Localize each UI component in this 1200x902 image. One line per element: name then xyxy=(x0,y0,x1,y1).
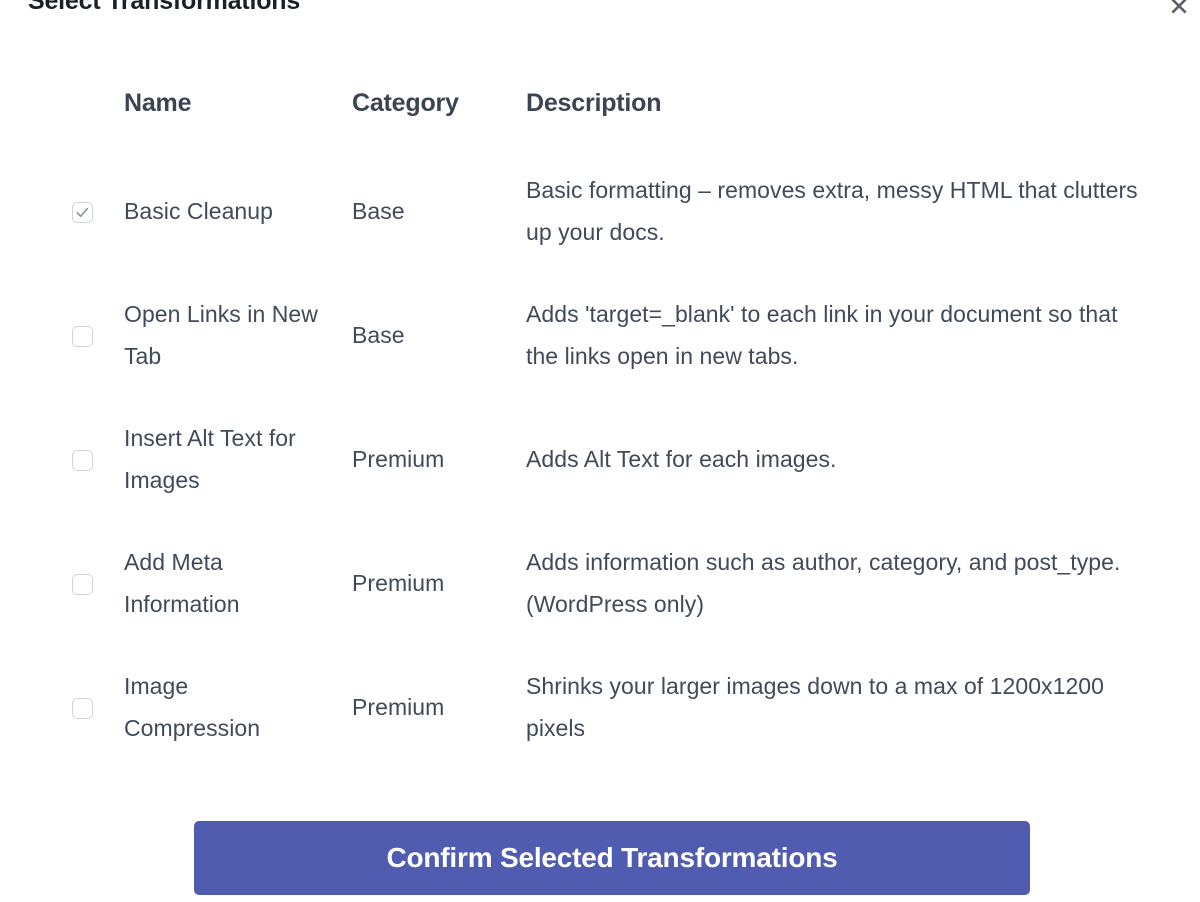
row-name: Insert Alt Text for Images xyxy=(124,425,296,493)
header-cell-description: Description xyxy=(526,89,662,117)
table-row: Add Meta Information Premium Adds inform… xyxy=(0,522,1200,646)
table-row: Basic Cleanup Base Basic formatting – re… xyxy=(0,150,1200,274)
row-description: Adds 'target=_blank' to each link in you… xyxy=(526,301,1118,369)
close-icon xyxy=(1170,0,1188,15)
table-row: Open Links in New Tab Base Adds 'target=… xyxy=(0,274,1200,398)
table-header-row: Name Category Description xyxy=(0,88,1200,150)
row-category: Premium xyxy=(352,694,445,721)
table-row: Image Compression Premium Shrinks your l… xyxy=(0,646,1200,770)
checkbox-basic-cleanup[interactable] xyxy=(72,201,93,223)
select-transformations-modal: Select Transformations Name Category Des… xyxy=(0,0,1200,902)
header-cell-category: Category xyxy=(352,89,459,117)
row-name: Add Meta Information xyxy=(124,549,240,617)
row-category: Base xyxy=(352,198,405,225)
checkbox-image-compression[interactable] xyxy=(72,697,93,719)
row-category: Base xyxy=(352,322,405,349)
checkbox-insert-alt-text-for-images[interactable] xyxy=(72,449,93,471)
row-name: Open Links in New Tab xyxy=(124,301,318,369)
row-category: Premium xyxy=(352,570,445,597)
row-select-cell xyxy=(0,325,124,347)
table-row: Insert Alt Text for Images Premium Adds … xyxy=(0,398,1200,522)
row-name: Image Compression xyxy=(124,673,261,741)
row-category: Premium xyxy=(352,446,445,473)
row-description: Shrinks your larger images down to a max… xyxy=(526,673,1104,741)
confirm-selected-transformations-button[interactable]: Confirm Selected Transformations xyxy=(194,821,1030,895)
header-cell-name: Name xyxy=(124,89,192,117)
row-description: Adds Alt Text for each images. xyxy=(526,446,837,473)
row-description: Adds information such as author, categor… xyxy=(526,549,1121,617)
row-name: Basic Cleanup xyxy=(124,198,273,225)
checkbox-add-meta-information[interactable] xyxy=(72,573,93,595)
row-select-cell xyxy=(0,573,124,595)
row-select-cell xyxy=(0,697,124,719)
page-title: Select Transformations xyxy=(28,0,301,15)
close-button[interactable] xyxy=(1164,0,1194,21)
transformations-table: Name Category Description Basic Cleanup … xyxy=(0,88,1200,770)
row-description: Basic formatting – removes extra, messy … xyxy=(526,177,1138,245)
row-select-cell xyxy=(0,201,124,223)
row-select-cell xyxy=(0,449,124,471)
checkbox-open-links-in-new-tab[interactable] xyxy=(72,325,93,347)
